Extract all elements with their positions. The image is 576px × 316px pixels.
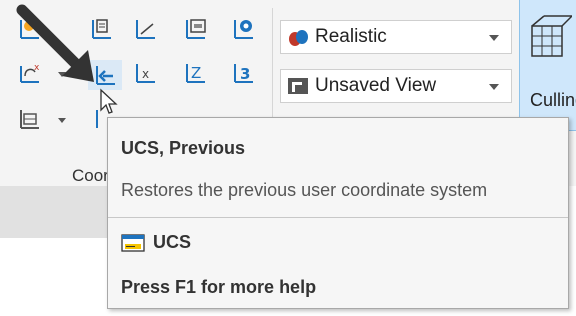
svg-text:3: 3 [240, 65, 250, 83]
ucs-x-icon: x [136, 64, 155, 83]
svg-text:Z: Z [191, 64, 201, 82]
culling-label: Culling [530, 90, 576, 110]
visual-style-icon [289, 30, 308, 46]
culling-button[interactable]: Culling [519, 0, 576, 131]
tooltip-description: Restores the previous user coordinate sy… [121, 180, 488, 200]
ucs-face-button[interactable] [178, 14, 212, 44]
ucs-named-icon [234, 20, 253, 39]
ucs-icon-dropdown[interactable] [58, 118, 66, 123]
ucs-named-button[interactable] [226, 14, 260, 44]
command-tooltip: UCS, Previous Restores the previous user… [107, 117, 569, 309]
ucs-3point-icon: 3 [234, 64, 253, 83]
view-icon [288, 78, 308, 94]
ucs-z-icon: Z [186, 64, 205, 83]
tooltip-command: UCS [121, 232, 191, 253]
mouse-cursor-icon [100, 88, 118, 114]
chevron-down-icon [489, 35, 499, 41]
visual-style-value: Realistic [315, 26, 387, 47]
tooltip-divider [108, 217, 568, 218]
tooltip-help: Press F1 for more help [121, 277, 317, 297]
visual-style-dropdown[interactable]: Realistic [280, 20, 512, 54]
tooltip-command-name: UCS [153, 232, 192, 252]
ucs-face-icon [186, 19, 206, 39]
chevron-down-icon [489, 84, 499, 90]
ucs-object-button[interactable] [128, 14, 162, 44]
view-value: Unsaved View [315, 75, 437, 96]
tooltip-title: UCS, Previous [121, 138, 246, 158]
culling-icon [531, 15, 572, 57]
ucs-x-button[interactable]: x [128, 58, 162, 88]
ucs-object-icon [136, 20, 155, 39]
ucs-command-icon [121, 233, 145, 252]
ucs-3point-button[interactable]: 3 [226, 58, 260, 88]
ucs-z-button[interactable]: Z [178, 58, 212, 88]
svg-text:x: x [142, 67, 149, 81]
view-dropdown[interactable]: Unsaved View [280, 69, 512, 103]
